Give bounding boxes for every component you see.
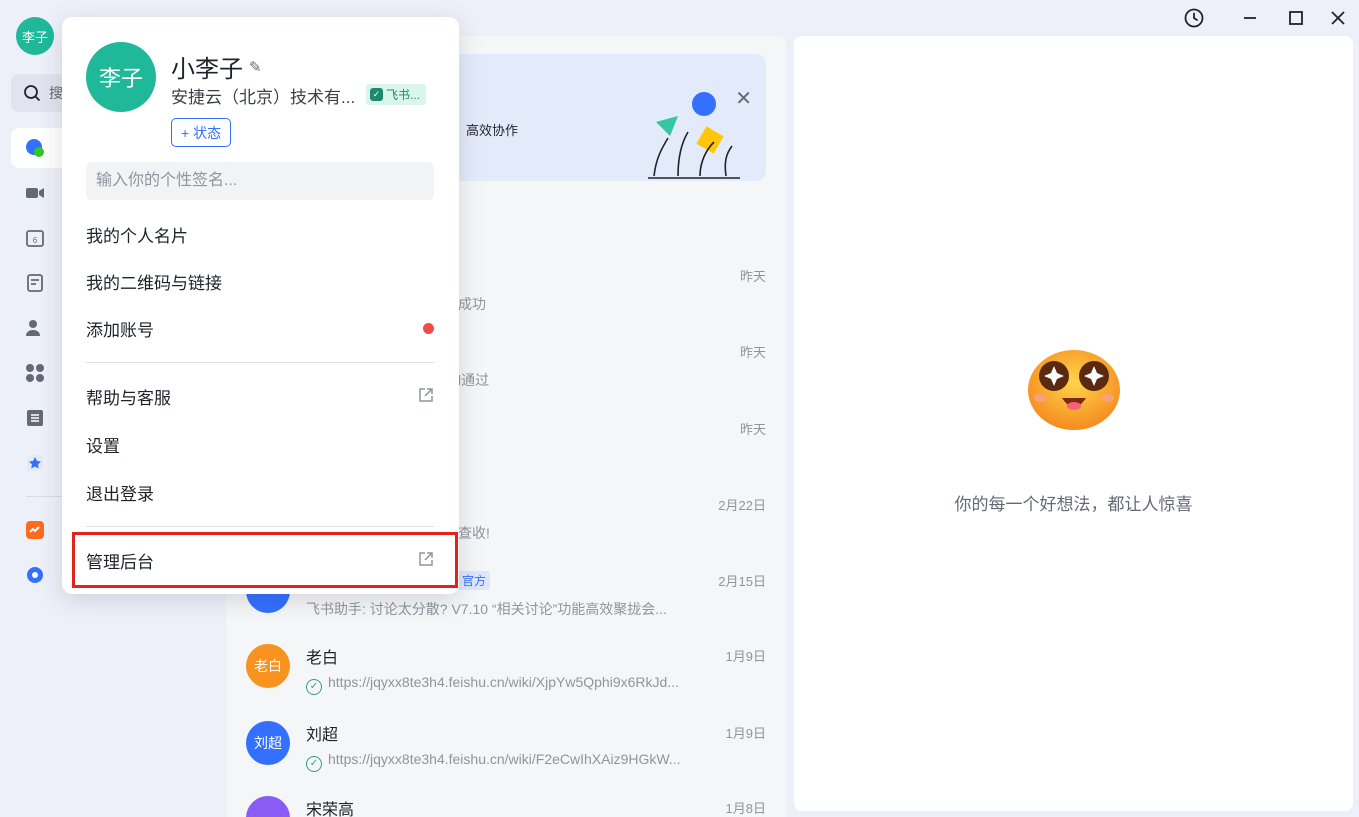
menu-my-card[interactable]: 我的个人名片 xyxy=(86,214,434,254)
profile-avatar[interactable]: 李子 xyxy=(86,42,156,112)
empty-state-caption: 你的每一个好想法，都让人惊喜 xyxy=(954,495,1193,514)
search-placeholder: 搜 xyxy=(49,85,63,101)
official-icon xyxy=(25,520,45,540)
official-badge: 官方 xyxy=(458,571,491,590)
profile-company: 安捷云（北京）技术有... xyxy=(171,88,356,107)
chat-name: 刘超 xyxy=(306,727,339,744)
minimize-icon[interactable] xyxy=(1238,6,1262,30)
tenant-tag-label: 飞书... xyxy=(386,88,421,102)
list-icon xyxy=(25,408,45,428)
chat-item[interactable]: 刘超 刘超 1月9日 ✓ https://jqyxx8te3h4.feishu.c… xyxy=(226,721,786,797)
chat-item[interactable]: 宋荣高 1月8日 xyxy=(226,796,786,817)
chat-avatar: 刘超 xyxy=(246,721,290,765)
chat-preview: 成功 xyxy=(458,296,486,312)
message-icon xyxy=(25,138,45,158)
menu-label: 我的个人名片 xyxy=(86,226,188,246)
menu-divider xyxy=(86,362,434,363)
profile-name-row: 小李子 ✎ xyxy=(171,49,262,84)
chat-time: 1月9日 xyxy=(725,649,766,664)
history-icon[interactable] xyxy=(1182,6,1206,30)
chat-time: 昨天 xyxy=(739,269,766,284)
menu-label: 退出登录 xyxy=(86,484,154,504)
apps-icon xyxy=(25,363,45,383)
external-link-icon xyxy=(418,387,434,406)
chat-time: 昨天 xyxy=(739,345,766,360)
check-circle-icon: ✓ xyxy=(306,678,322,695)
menu-label: 帮助与客服 xyxy=(86,388,171,408)
menu-help[interactable]: 帮助与客服 xyxy=(86,376,434,416)
chat-preview: 飞书助手: 讨论太分散? V7.10 “相关讨论”功能高效聚拢会... xyxy=(306,601,667,617)
gear-icon xyxy=(25,565,45,585)
menu-label: 我的二维码与链接 xyxy=(86,273,222,293)
chat-avatar: 老白 xyxy=(246,644,290,688)
check-circle-icon: ✓ xyxy=(306,755,322,772)
verified-tenant-badge: ✓ 飞书... xyxy=(366,84,427,105)
user-avatar[interactable]: 李子 xyxy=(16,17,54,55)
chat-item[interactable]: 老白 老白 1月9日 ✓ https://jqyxx8te3h4.feishu.c… xyxy=(226,644,786,720)
chat-name: 老白 xyxy=(306,650,339,667)
chat-preview: 查收! xyxy=(458,525,490,541)
close-icon[interactable] xyxy=(1326,6,1350,30)
banner-text: 高效协作 xyxy=(466,123,519,138)
empty-state-panel: 你的每一个好想法，都让人惊喜 xyxy=(794,36,1353,811)
shield-check-icon: ✓ xyxy=(370,88,383,101)
add-status-button[interactable]: + 状态 xyxy=(171,118,232,147)
star-app-icon xyxy=(25,453,45,473)
svg-text:6: 6 xyxy=(33,236,38,245)
chat-avatar xyxy=(246,796,290,817)
chat-preview-text: https://jqyxx8te3h4.feishu.cn/wiki/F2eCw… xyxy=(328,751,681,767)
menu-admin-console[interactable]: 管理后台 xyxy=(86,540,434,580)
chat-preview-text: https://jqyxx8te3h4.feishu.cn/wiki/XjpYw… xyxy=(328,674,679,690)
search-icon xyxy=(24,85,41,102)
menu-label: 设置 xyxy=(86,436,120,456)
contacts-icon xyxy=(25,318,45,338)
chat-time: 1月9日 xyxy=(725,726,766,741)
calendar-icon: 6 xyxy=(25,228,45,248)
profile-name: 小李子 xyxy=(171,56,243,83)
menu-label: 添加账号 xyxy=(86,320,154,340)
profile-popover: 李子 小李子 ✎ 安捷云（北京）技术有... ✓ 飞书... + 状态 我的个人… xyxy=(62,17,459,594)
menu-label: 管理后台 xyxy=(86,552,154,572)
docs-icon xyxy=(25,273,45,293)
menu-logout[interactable]: 退出登录 xyxy=(86,472,434,512)
chat-preview: l通过 xyxy=(458,372,490,388)
video-icon xyxy=(25,183,45,203)
notification-dot xyxy=(423,322,434,334)
chat-preview: ✓ https://jqyxx8te3h4.feishu.cn/wiki/F2eC… xyxy=(306,751,680,772)
chat-time: 1月8日 xyxy=(725,801,766,816)
maximize-icon[interactable] xyxy=(1284,6,1308,30)
chat-time: 2月22日 xyxy=(718,498,766,513)
chat-time: 2月15日 xyxy=(718,574,766,589)
starry-eyes-emoji-icon xyxy=(1028,350,1120,430)
collaboration-illustration-icon xyxy=(648,92,740,179)
external-link-icon xyxy=(418,551,434,570)
signature-input[interactable] xyxy=(86,162,434,200)
menu-divider xyxy=(86,526,434,527)
menu-qrcode-link[interactable]: 我的二维码与链接 xyxy=(86,261,434,301)
edit-pencil-icon[interactable]: ✎ xyxy=(249,58,262,76)
chat-time: 昨天 xyxy=(739,422,766,437)
chat-preview: ✓ https://jqyxx8te3h4.feishu.cn/wiki/XjpY… xyxy=(306,674,679,695)
menu-settings[interactable]: 设置 xyxy=(86,424,434,464)
menu-add-account[interactable]: 添加账号 xyxy=(86,308,434,348)
chat-name: 宋荣高 xyxy=(306,802,355,817)
